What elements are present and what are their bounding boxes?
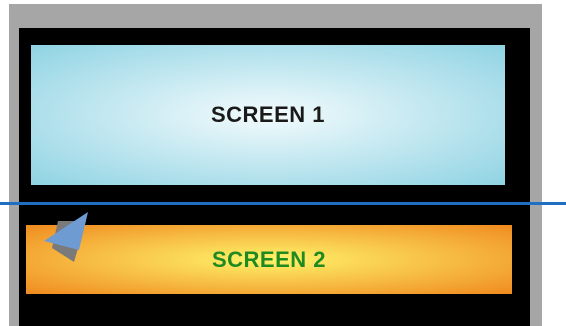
screen-divider-line (0, 202, 566, 205)
screen-2-label: SCREEN 2 (211, 246, 327, 272)
screen-2-panel[interactable]: SCREEN 2 (26, 225, 512, 294)
screen-1-panel[interactable]: SCREEN 1 (31, 45, 505, 185)
screen-1-label: SCREEN 1 (210, 102, 326, 127)
